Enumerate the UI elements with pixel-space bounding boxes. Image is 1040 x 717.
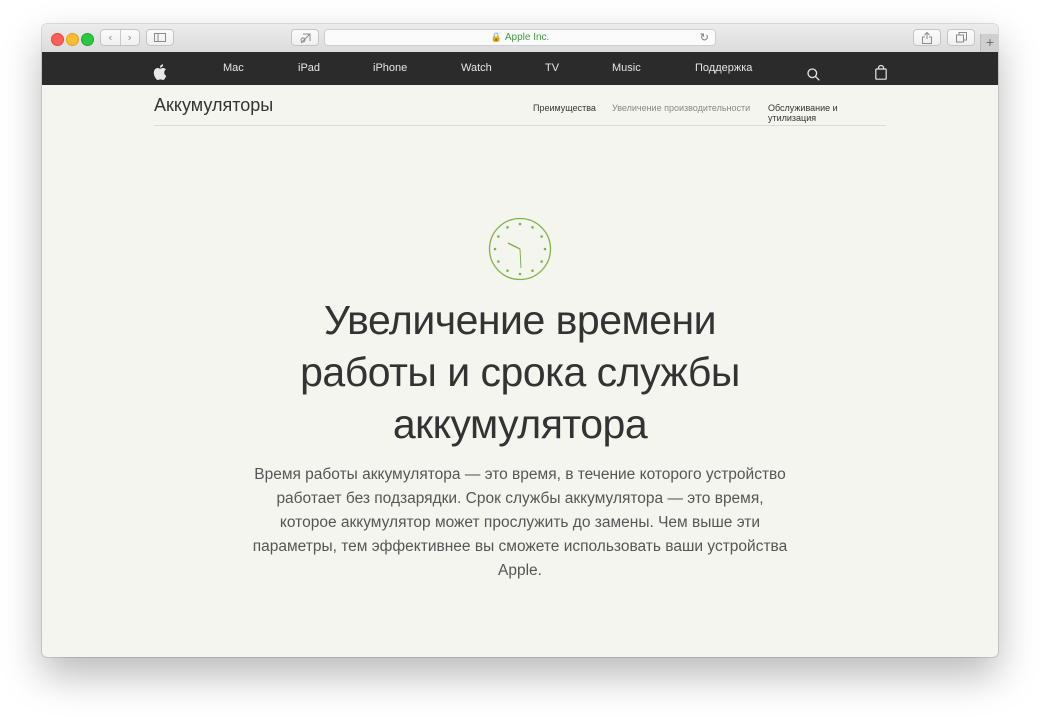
- hero-title-line: Увеличение времени: [323, 297, 717, 343]
- clock-hour-dot: [497, 260, 500, 263]
- clock-hour-dot: [540, 235, 543, 238]
- clock-hour-dot: [506, 226, 509, 229]
- address-bar[interactable]: 🔒 Apple Inc. ↻: [324, 29, 716, 46]
- nav-item-mac[interactable]: Mac: [223, 52, 244, 85]
- share-icon: [922, 31, 932, 44]
- minimize-window-button[interactable]: [66, 33, 79, 46]
- close-window-button[interactable]: [51, 33, 64, 46]
- reload-icon[interactable]: ↻: [700, 31, 709, 44]
- sidebar-toggle-button[interactable]: [146, 29, 174, 46]
- hero-text-line: которое аккумулятор может прослужить до …: [279, 514, 761, 531]
- clock-hour-dot: [531, 269, 534, 272]
- nav-item-iphone[interactable]: iPhone: [373, 52, 407, 85]
- local-nav-link-performance[interactable]: Увеличение производительности: [612, 103, 750, 113]
- clock-hour-dot: [543, 247, 547, 251]
- local-nav-link-service[interactable]: Обслуживание и утилизация: [768, 103, 886, 123]
- clock-hour-dot: [518, 222, 522, 226]
- clock-hour-dot: [531, 226, 534, 229]
- address-site-label: Apple Inc.: [504, 32, 550, 43]
- zoom-window-button[interactable]: [81, 33, 94, 46]
- local-nav-link-benefits[interactable]: Преимущества: [533, 103, 596, 113]
- forward-icon[interactable]: ›: [120, 31, 139, 44]
- local-nav-title[interactable]: Аккумуляторы: [154, 95, 273, 116]
- hero-text-line: Время работы аккумулятора — это время, в…: [254, 466, 786, 483]
- clock-hour-dot: [506, 269, 509, 272]
- tabs-icon: [955, 32, 967, 43]
- nav-item-tv[interactable]: TV: [545, 52, 559, 85]
- hero-text-line: Apple.: [498, 562, 542, 579]
- hero-text-line: работает без подзарядки. Срок службы акк…: [276, 490, 764, 507]
- clock-hour-dot: [540, 260, 543, 263]
- new-tab-button[interactable]: +: [980, 34, 998, 52]
- global-nav: Mac iPad iPhone Watch TV Music Поддержка: [42, 52, 998, 85]
- extension-icon: [300, 33, 310, 43]
- hero-title: Увеличение времени работы и срока службы…: [242, 294, 798, 450]
- hero-title-line: работы и срока службы: [300, 349, 740, 395]
- share-button[interactable]: [913, 29, 941, 46]
- extension-button[interactable]: [291, 29, 319, 46]
- nav-item-ipad[interactable]: iPad: [298, 52, 320, 85]
- lock-icon: 🔒: [490, 32, 502, 42]
- sidebar-icon: [154, 33, 166, 42]
- hero-text-line: параметры, тем эффективнее вы сможете ис…: [252, 538, 788, 555]
- nav-item-music[interactable]: Music: [612, 52, 641, 85]
- hero-description: Время работы аккумулятора — это время, в…: [242, 463, 798, 583]
- browser-toolbar: ‹ › 🔒 Apple Inc. ↻ +: [42, 24, 998, 53]
- local-nav: Аккумуляторы Преимущества Увеличение про…: [154, 85, 886, 126]
- history-nav: ‹ ›: [100, 29, 140, 46]
- clock-hour-dot: [518, 272, 522, 276]
- tab-overview-button[interactable]: [947, 29, 975, 46]
- clock-hour-dot: [497, 235, 500, 238]
- hero-title-line: аккумулятора: [392, 401, 648, 447]
- clock-hour-dot: [493, 247, 497, 251]
- nav-item-support[interactable]: Поддержка: [695, 52, 752, 85]
- back-icon[interactable]: ‹: [101, 31, 120, 44]
- clock-icon: [488, 217, 552, 281]
- browser-window: ‹ › 🔒 Apple Inc. ↻ + Mac iPad iPhone Wat…: [42, 24, 998, 657]
- nav-item-watch[interactable]: Watch: [461, 52, 492, 85]
